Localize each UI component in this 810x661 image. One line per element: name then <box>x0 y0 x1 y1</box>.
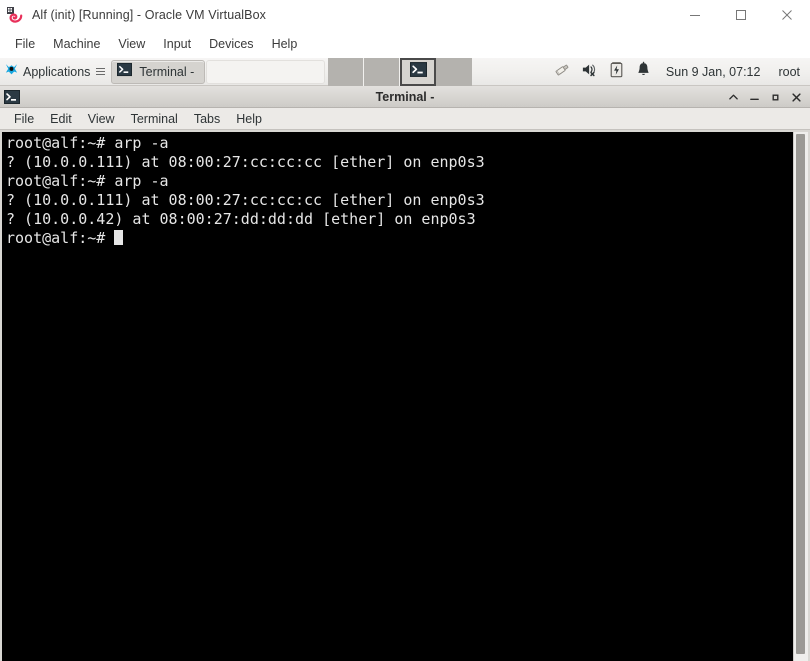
term-menu-file[interactable]: File <box>6 110 42 128</box>
battery-charging-icon[interactable] <box>608 61 625 83</box>
terminal-minimize-button[interactable] <box>744 87 764 107</box>
terminal-icon <box>409 61 427 83</box>
terminal-prompt-line: root@alf:~# <box>6 229 793 248</box>
terminal-titlebar[interactable]: Terminal - <box>0 86 810 108</box>
workspace-cell-4[interactable] <box>436 58 473 86</box>
vbox-menu-devices[interactable]: Devices <box>200 34 262 54</box>
workspace-cell-2[interactable] <box>364 58 401 86</box>
term-menu-view[interactable]: View <box>80 110 123 128</box>
terminal-shade-button[interactable] <box>723 87 743 107</box>
terminal-menubar: File Edit View Terminal Tabs Help <box>0 108 810 130</box>
virtualbox-menubar: File Machine View Input Devices Help <box>0 30 810 58</box>
vbox-menu-file[interactable]: File <box>6 34 44 54</box>
terminal-line: ? (10.0.0.42) at 08:00:27:dd:dd:dd [ethe… <box>6 210 476 228</box>
hamburger-icon <box>96 68 106 75</box>
terminal-output-area[interactable]: root@alf:~# arp -a ? (10.0.0.111) at 08:… <box>2 132 793 661</box>
terminal-icon <box>117 62 133 82</box>
vbox-maximize-button[interactable] <box>718 0 764 30</box>
notification-bell-icon[interactable] <box>635 61 652 83</box>
workspace-pager[interactable] <box>328 58 473 86</box>
terminal-cursor <box>114 230 124 245</box>
terminal-icon <box>4 89 20 105</box>
window-buttons-area: Terminal - <box>111 58 326 86</box>
terminal-window-controls <box>723 86 806 108</box>
vbox-minimize-button[interactable] <box>672 0 718 30</box>
terminal-line: root@alf:~# arp -a <box>6 172 169 190</box>
applications-label: Applications <box>23 64 91 79</box>
term-menu-tabs[interactable]: Tabs <box>186 110 228 128</box>
vbox-menu-view[interactable]: View <box>109 34 154 54</box>
applications-menu-button[interactable]: Applications <box>0 59 108 85</box>
term-menu-help[interactable]: Help <box>228 110 270 128</box>
terminal-line: ? (10.0.0.111) at 08:00:27:cc:cc:cc [eth… <box>6 191 485 209</box>
system-tray: Sun 9 Jan, 07:12 root <box>548 58 810 86</box>
taskbar-item-terminal[interactable]: Terminal - <box>111 59 206 84</box>
guest-screen: Applications Terminal - Sun 9 Jan, 07:12… <box>0 58 810 661</box>
virtualbox-window: Alf (init) [Running] - Oracle VM Virtual… <box>0 0 810 661</box>
panel-user-name[interactable]: root <box>778 65 800 79</box>
panel-clock[interactable]: Sun 9 Jan, 07:12 <box>666 65 761 79</box>
taskbar-empty-slot <box>206 59 326 84</box>
term-menu-edit[interactable]: Edit <box>42 110 80 128</box>
terminal-scrollbar[interactable] <box>793 132 808 661</box>
terminal-prompt: root@alf:~# <box>6 229 115 247</box>
virtualbox-title: Alf (init) [Running] - Oracle VM Virtual… <box>32 8 267 22</box>
terminal-window: Terminal - File Edit View Terminal Tabs … <box>0 86 810 661</box>
workspace-cell-3-active[interactable] <box>400 58 437 86</box>
virtualbox-vm-icon <box>7 7 23 23</box>
volume-muted-icon[interactable] <box>581 61 598 83</box>
xfce-top-panel: Applications Terminal - Sun 9 Jan, 07:12… <box>0 58 810 86</box>
terminal-scrollbar-thumb[interactable] <box>796 134 805 654</box>
xfce-mouse-icon <box>4 62 19 82</box>
vbox-menu-input[interactable]: Input <box>154 34 200 54</box>
terminal-line: ? (10.0.0.111) at 08:00:27:cc:cc:cc [eth… <box>6 153 485 171</box>
vbox-close-button[interactable] <box>764 0 810 30</box>
usb-device-icon[interactable] <box>554 61 571 83</box>
terminal-line: root@alf:~# arp -a <box>6 134 169 152</box>
taskbar-item-terminal-label: Terminal - <box>139 64 195 79</box>
terminal-body: root@alf:~# arp -a ? (10.0.0.111) at 08:… <box>0 130 810 661</box>
terminal-close-button[interactable] <box>786 87 806 107</box>
terminal-title: Terminal - <box>375 89 435 104</box>
workspace-cell-1[interactable] <box>328 58 365 86</box>
terminal-maximize-button[interactable] <box>765 87 785 107</box>
term-menu-terminal[interactable]: Terminal <box>123 110 186 128</box>
virtualbox-titlebar: Alf (init) [Running] - Oracle VM Virtual… <box>0 0 810 30</box>
virtualbox-window-controls <box>672 0 810 30</box>
vbox-menu-help[interactable]: Help <box>263 34 307 54</box>
vbox-menu-machine[interactable]: Machine <box>44 34 109 54</box>
